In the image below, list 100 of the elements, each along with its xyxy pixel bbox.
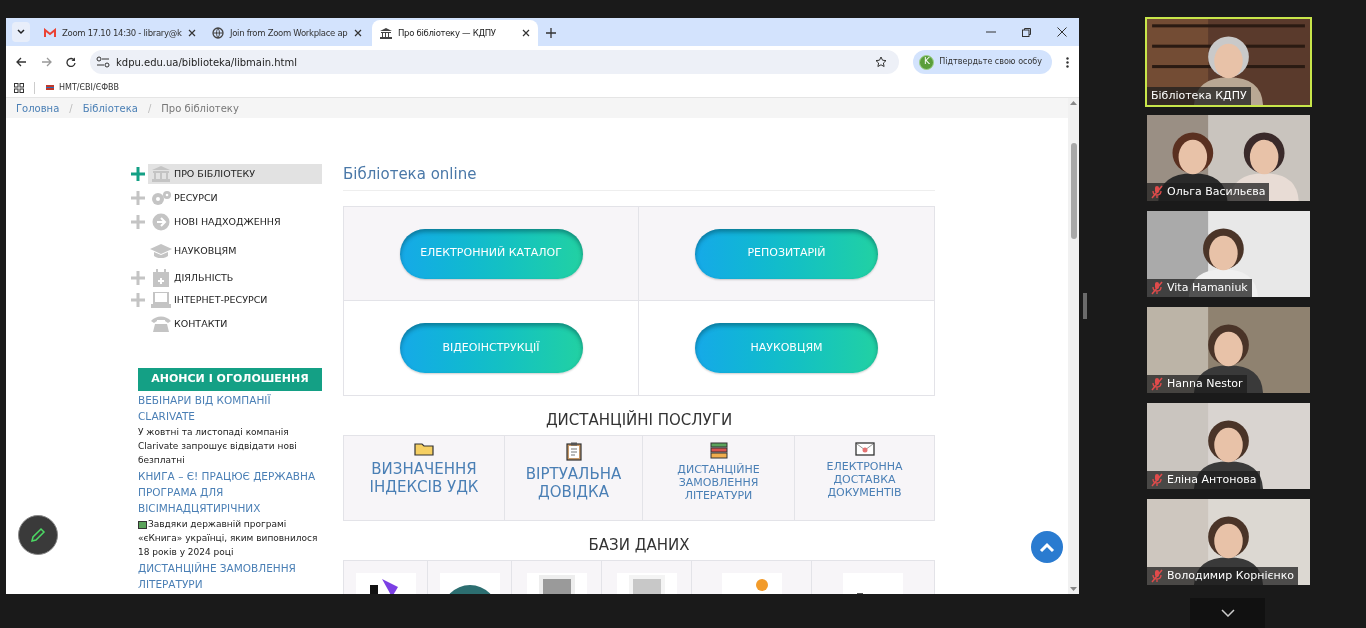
site-settings-icon[interactable] bbox=[96, 56, 110, 68]
announcement-text: У жовтні та листопаді компанія Clarivate запрошує відвідати нові безплатні bbox=[138, 426, 298, 467]
plus-icon[interactable] bbox=[131, 167, 145, 181]
nav-label: ПРО БІБЛІОТЕКУ bbox=[174, 166, 255, 181]
globe-icon bbox=[212, 27, 224, 39]
participant-name: Vita Hamaniuk bbox=[1167, 279, 1248, 296]
phone-icon bbox=[151, 316, 171, 332]
back-icon[interactable] bbox=[16, 57, 27, 67]
announcement-title[interactable]: КНИГА – Є! ПРАЦЮЄ ДЕРЖАВНА ПРОГРАМА ДЛЯ ВІСІМНАДЦЯТИРІЧНИХ bbox=[138, 468, 322, 516]
nav-item[interactable]: НАУКОВЦЯМ bbox=[128, 241, 322, 261]
arrow-circle-icon bbox=[152, 213, 170, 231]
gears-icon bbox=[150, 190, 172, 206]
section-heading: БАЗИ ДАНИХ bbox=[587, 535, 691, 555]
nav-label: КОНТАКТИ bbox=[174, 316, 228, 331]
resize-handle-icon[interactable] bbox=[1083, 293, 1087, 319]
participant-video[interactable]: Бібліотека КДПУ bbox=[1145, 17, 1312, 107]
folder-icon bbox=[414, 442, 434, 456]
chevron-down-icon[interactable] bbox=[1220, 609, 1235, 617]
url-text: kdpu.edu.ua/biblioteka/libmain.html bbox=[116, 55, 299, 70]
scroll-up-icon[interactable] bbox=[1070, 100, 1077, 105]
service-label: ВИЗНАЧЕННЯ ІНДЕКСІВ УДК bbox=[368, 460, 480, 496]
clipboard-icon bbox=[565, 442, 582, 461]
close-icon[interactable] bbox=[1057, 27, 1067, 37]
menu-icon[interactable] bbox=[1066, 56, 1069, 68]
apps-icon[interactable] bbox=[14, 82, 24, 93]
scrollbar-thumb[interactable] bbox=[1070, 143, 1077, 239]
tab-list-button[interactable] bbox=[12, 22, 30, 42]
scroll-down-icon[interactable] bbox=[1070, 587, 1077, 592]
section-heading: Бібліотека online bbox=[343, 164, 478, 184]
nav-item[interactable]: НОВІ НАДХОДЖЕННЯ bbox=[128, 212, 322, 232]
breadcrumb-link[interactable]: Головна bbox=[16, 100, 60, 116]
browser-tab[interactable]: Zoom 17.10 14:30 - library@k bbox=[36, 20, 202, 46]
browser-tab[interactable]: Про бібліотеку — КДПУ bbox=[372, 20, 538, 46]
breadcrumb-separator: / bbox=[147, 101, 152, 116]
chevron-down-icon bbox=[17, 29, 25, 35]
muted-microphone-icon bbox=[1151, 569, 1163, 583]
service-label: ЕЛЕКТРОННА ДОСТАВКА ДОКУМЕНТІВ bbox=[825, 460, 904, 499]
participant-name: Ольга Васильєва bbox=[1167, 183, 1266, 200]
breadcrumb-link[interactable]: Бібліотека bbox=[82, 100, 138, 116]
participant-video[interactable]: Еліна Антонова bbox=[1145, 401, 1312, 491]
close-icon[interactable] bbox=[354, 29, 362, 37]
service-link[interactable]: ДИСТАНЦІЙНЕ ЗАМОВЛЕННЯ ЛІТЕРАТУРИ bbox=[643, 436, 795, 520]
nav-item[interactable]: ДІЯЛЬНІСТЬ bbox=[128, 268, 322, 288]
section-heading: ДИСТАНЦІЙНІ ПОСЛУГИ bbox=[544, 410, 734, 430]
nav-label: НОВІ НАДХОДЖЕННЯ bbox=[174, 214, 281, 229]
calendar-icon bbox=[153, 269, 169, 287]
announcement-title[interactable]: ДИСТАНЦІЙНЕ ЗАМОВЛЕННЯ ЛІТЕРАТУРИ bbox=[138, 560, 322, 592]
close-icon[interactable] bbox=[187, 29, 196, 37]
edit-button[interactable] bbox=[18, 515, 58, 555]
star-icon[interactable] bbox=[875, 56, 888, 68]
participant-video[interactable]: Vita Hamaniuk bbox=[1145, 209, 1312, 299]
tab-title: Zoom 17.10 14:30 - library@k bbox=[62, 26, 182, 40]
nav-label: ДІЯЛЬНІСТЬ bbox=[174, 270, 234, 285]
muted-microphone-icon bbox=[1151, 377, 1163, 391]
muted-microphone-icon bbox=[1151, 281, 1163, 295]
participant-name: Володимир Корнієнко bbox=[1167, 567, 1295, 584]
service-label: ВІРТУАЛЬНА ДОВІДКА bbox=[524, 465, 623, 501]
nav-label: РЕСУРСИ bbox=[174, 190, 218, 205]
nav-item[interactable]: КОНТАКТИ bbox=[128, 314, 322, 334]
reload-icon[interactable] bbox=[66, 57, 76, 67]
breadcrumb-current: Про бібліотеку bbox=[161, 101, 239, 116]
service-link[interactable]: ВІРТУАЛЬНА ДОВІДКА bbox=[505, 436, 643, 520]
participant-video[interactable]: Володимир Корнієнко bbox=[1145, 497, 1312, 587]
address-bar[interactable]: kdpu.edu.ua/biblioteka/libmain.html bbox=[90, 50, 900, 74]
profile-button[interactable]: K Підтвердьте свою особу bbox=[913, 50, 1052, 74]
announcement-text: Завдяки державній програмі «єКнига» українці, яким виповнилося 18 років у 2024 році bbox=[138, 518, 319, 559]
tab-title: Join from Zoom Workplace ap bbox=[230, 26, 348, 40]
participant-video[interactable]: Hanna Nestor bbox=[1145, 305, 1312, 395]
envelope-icon bbox=[854, 442, 875, 456]
service-label: ДИСТАНЦІЙНЕ ЗАМОВЛЕННЯ ЛІТЕРАТУРИ bbox=[676, 463, 761, 502]
close-icon[interactable] bbox=[522, 29, 530, 37]
restore-icon[interactable] bbox=[1022, 27, 1031, 37]
participant-name: Бібліотека КДПУ bbox=[1151, 87, 1247, 104]
chevron-up-icon bbox=[1039, 541, 1055, 553]
service-link[interactable]: ВИЗНАЧЕННЯ ІНДЕКСІВ УДК bbox=[344, 436, 505, 520]
breadcrumb-separator: / bbox=[69, 101, 73, 116]
muted-microphone-icon bbox=[1151, 185, 1163, 199]
participant-name: Еліна Антонова bbox=[1167, 471, 1257, 488]
mail-icon bbox=[44, 28, 56, 38]
graduation-cap-icon bbox=[150, 244, 172, 258]
building-icon bbox=[151, 166, 171, 182]
muted-microphone-icon bbox=[1151, 473, 1163, 487]
laptop-icon bbox=[151, 292, 171, 308]
nav-label: ІНТЕРНЕТ-РЕСУРСИ bbox=[174, 292, 268, 307]
scroll-to-top-button[interactable] bbox=[1031, 531, 1063, 563]
participant-video[interactable]: Ольга Васильєва bbox=[1145, 113, 1312, 203]
bookmark[interactable]: НМТ/ЄВІ/ЄФВВ bbox=[45, 81, 120, 94]
building-icon bbox=[380, 27, 392, 39]
announcement-title[interactable]: ВЕБІНАРИ ВІД КОМПАНІЇ CLARIVATE bbox=[138, 392, 322, 424]
nav-item[interactable]: РЕСУРСИ bbox=[128, 188, 322, 208]
new-tab-icon[interactable] bbox=[546, 28, 556, 38]
forward-icon[interactable] bbox=[41, 57, 52, 67]
pencil-icon bbox=[30, 527, 46, 543]
flag-icon bbox=[45, 83, 55, 92]
participant-name: Hanna Nestor bbox=[1167, 375, 1243, 392]
nav-item[interactable]: ІНТЕРНЕТ-РЕСУРСИ bbox=[128, 290, 322, 310]
browser-tab[interactable]: Join from Zoom Workplace ap bbox=[204, 20, 370, 46]
scrollbar[interactable] bbox=[1068, 98, 1079, 594]
service-link[interactable]: ЕЛЕКТРОННА ДОСТАВКА ДОКУМЕНТІВ bbox=[795, 436, 934, 520]
tab-title: Про бібліотеку — КДПУ bbox=[398, 26, 497, 40]
